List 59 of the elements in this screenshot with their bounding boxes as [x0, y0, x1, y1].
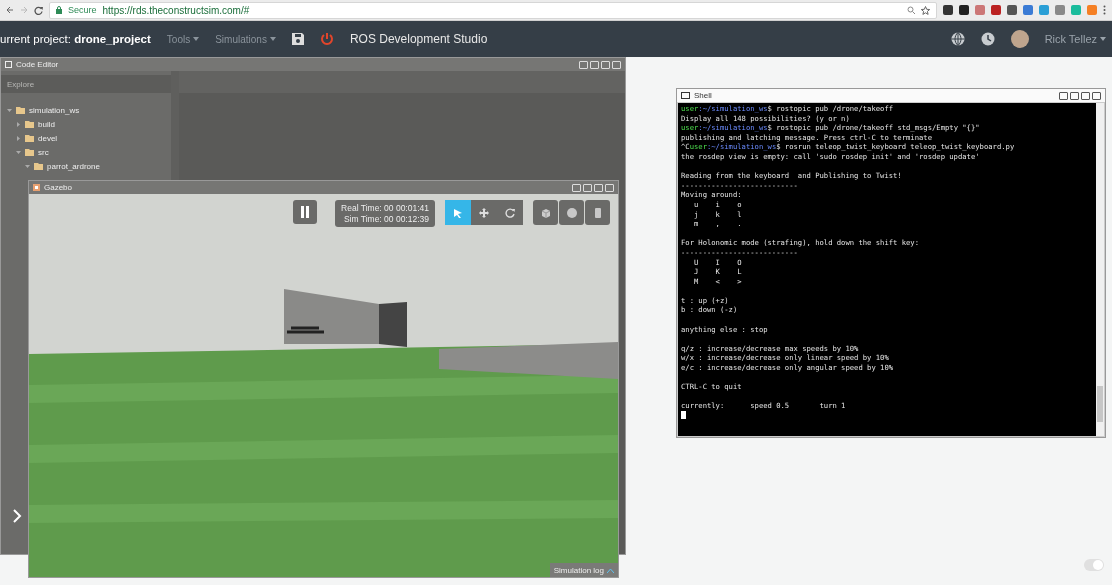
gazebo-logo-icon [33, 184, 40, 191]
app-title: ROS Development Studio [349, 32, 488, 46]
search-icon [907, 6, 915, 14]
more-vertical-icon [1103, 5, 1106, 15]
lock-icon [56, 6, 62, 14]
window-title: Gazebo [44, 183, 73, 192]
toggle-switch-icon[interactable] [1084, 559, 1104, 571]
cursor-arrow-icon [452, 206, 464, 219]
project-label: urrent project: drone_project [0, 33, 151, 45]
tree-item-label: build [38, 119, 55, 129]
star-icon [921, 5, 930, 15]
panel-toggle-icon[interactable] [12, 509, 22, 523]
pause-button[interactable] [293, 200, 318, 224]
forward-arrow-icon [20, 6, 28, 14]
address-bar[interactable]: Secure https://rds.theconstructsim.com/# [49, 1, 937, 19]
shape-button[interactable] [559, 200, 584, 225]
user-menu[interactable]: Rick Tellez [1044, 33, 1106, 45]
text-cursor [681, 411, 686, 419]
tree-item-label: simulation_ws [29, 105, 80, 115]
tree-item-label: parrot_ardrone [47, 161, 100, 171]
cube-icon [539, 206, 552, 219]
scrollbar-thumb[interactable] [1097, 386, 1103, 422]
tree-item[interactable]: src [1, 145, 171, 159]
save-icon [291, 33, 304, 45]
reload-icon [34, 5, 43, 15]
menu-dropdown[interactable]: Tools [166, 33, 200, 45]
tree-item-label: src [38, 147, 49, 157]
explorer-search-field[interactable]: Explore [1, 75, 171, 93]
tree-item[interactable]: build [1, 117, 171, 131]
caret-up-icon [607, 567, 614, 573]
sphere-icon [565, 206, 578, 219]
back-arrow-icon [6, 6, 14, 14]
shape-button[interactable] [585, 200, 610, 225]
power-icon [319, 32, 334, 46]
tree-item-label: devel [38, 133, 58, 143]
shape-button[interactable] [533, 200, 558, 225]
secure-label: Secure [68, 5, 97, 15]
menu-dropdown[interactable]: Simulations [215, 33, 276, 45]
caret-down-icon [269, 37, 276, 41]
caret-down-icon [193, 37, 200, 41]
tree-item[interactable]: simulation_ws [1, 103, 171, 117]
globe-icon [950, 32, 965, 46]
window-title: Shell [694, 91, 712, 100]
move-arrows-icon [478, 206, 490, 219]
clock-icon [980, 32, 995, 46]
window-icon [681, 92, 690, 99]
window-title: Code Editor [16, 60, 59, 69]
tool-button[interactable] [445, 200, 471, 225]
sim-time-text: Sim Time: 00 00:12:39 [343, 214, 429, 224]
window-icon [5, 61, 12, 68]
caret-down-icon [1100, 37, 1106, 41]
tree-item[interactable]: parrot_ardrone [1, 159, 171, 173]
url-text: https://rds.theconstructsim.com/# [102, 4, 250, 16]
simulation-log-toggle[interactable]: Simulation log [549, 563, 618, 577]
avatar[interactable] [1010, 30, 1029, 48]
tree-item[interactable]: devel [1, 131, 171, 145]
rotate-icon [504, 206, 516, 219]
pause-icon [300, 206, 311, 218]
real-time-text: Real Time: 00 00:01:41 [341, 203, 429, 213]
